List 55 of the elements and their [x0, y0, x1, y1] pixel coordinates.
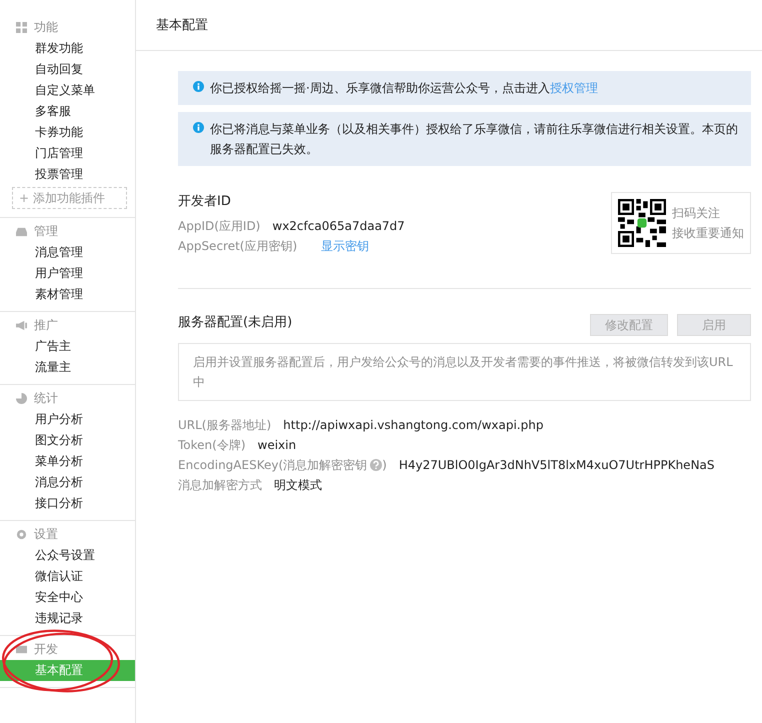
- sidebar-item[interactable]: 流量主: [0, 357, 135, 378]
- sidebar-item[interactable]: 图文分析: [0, 430, 135, 451]
- notice-text: 你已将消息与菜单业务（以及相关事件）授权给了乐享微信，请前往乐享微信进行相关设置。本页的服务器配置已失效。: [210, 121, 739, 158]
- grid-icon: [16, 22, 27, 32]
- info-icon: [193, 122, 204, 133]
- page-title: 基本配置: [156, 17, 208, 34]
- field-label: AppSecret(应用密钥): [178, 238, 298, 254]
- sidebar-section-title: 推广: [34, 316, 58, 334]
- sidebar-item[interactable]: 消息管理: [0, 242, 135, 263]
- sidebar-item[interactable]: 违规记录: [0, 608, 135, 629]
- sidebar-section-title: 统计: [34, 390, 58, 406]
- qr-caption: 接收重要通知: [672, 225, 744, 242]
- sidebar-item[interactable]: 公众号设置: [0, 545, 135, 566]
- field-label: Token(令牌): [178, 436, 246, 454]
- sidebar-item[interactable]: 消息分析: [0, 472, 135, 493]
- pie-chart-icon: [16, 392, 27, 404]
- field-value: wx2cfca065a7daa7d7: [272, 219, 405, 233]
- field-value: http://apiwxapi.vshangtong.com/wxapi.php: [283, 418, 544, 432]
- sidebar-item[interactable]: 接口分析: [0, 493, 135, 514]
- sidebar-item[interactable]: 多客服: [0, 101, 135, 122]
- sidebar-item[interactable]: 菜单分析: [0, 451, 135, 472]
- qr-code-drawing: [618, 199, 666, 247]
- field-label: EncodingAESKey(消息加解密密钥: [178, 456, 368, 474]
- sidebar-item[interactable]: 安全中心: [0, 587, 135, 608]
- sidebar-section-title: 设置: [34, 526, 58, 542]
- section-heading: 开发者ID: [178, 193, 231, 210]
- qr-caption: 扫码关注: [672, 205, 721, 222]
- sidebar-item[interactable]: 门店管理: [0, 143, 135, 164]
- field-label: URL(服务器地址): [178, 416, 272, 434]
- sidebar-item[interactable]: 用户管理: [0, 263, 135, 284]
- sidebar-item[interactable]: 自动回复: [0, 59, 135, 80]
- field-value: H4y27UBlO0IgAr3dNhV5lT8lxM4xuO7UtrHPPKheNaS: [398, 458, 715, 472]
- field-label: AppID(应用ID): [178, 218, 260, 234]
- sidebar-item[interactable]: 广告主: [0, 336, 135, 357]
- sidebar-item[interactable]: 微信认证: [0, 566, 135, 587]
- sidebar-item[interactable]: 用户分析: [0, 409, 135, 430]
- sidebar-item[interactable]: 素材管理: [0, 284, 135, 305]
- description-box: 启用并设置服务器配置后，用户发给公众号的消息以及开发者需要的事件推送，将被微信转发到该URL中: [178, 343, 751, 401]
- inbox-icon: [16, 226, 27, 236]
- sidebar-item[interactable]: 卡券功能: [0, 122, 135, 143]
- field-value: weixin: [258, 438, 296, 452]
- notice-text: 你已授权给摇一摇·周边、乐享微信帮助你运营公众号，点击进入授权管理: [210, 80, 598, 97]
- field-label: 消息加解密方式: [178, 476, 262, 494]
- sidebar-item[interactable]: 群发功能: [0, 38, 135, 59]
- sidebar-section-title: 管理: [34, 222, 58, 240]
- megaphone-icon: [16, 320, 27, 330]
- section-heading: 服务器配置(未启用): [178, 314, 292, 331]
- sidebar-item[interactable]: 自定义菜单: [0, 80, 135, 101]
- info-icon: [193, 81, 204, 92]
- field-label-end: ): [382, 458, 387, 472]
- help-icon[interactable]: [370, 459, 382, 471]
- sidebar-section-title: 功能: [34, 18, 58, 36]
- sidebar-item[interactable]: 投票管理: [0, 164, 135, 185]
- sidebar-section-title: 开发: [34, 640, 58, 658]
- field-value: 明文模式: [274, 476, 322, 494]
